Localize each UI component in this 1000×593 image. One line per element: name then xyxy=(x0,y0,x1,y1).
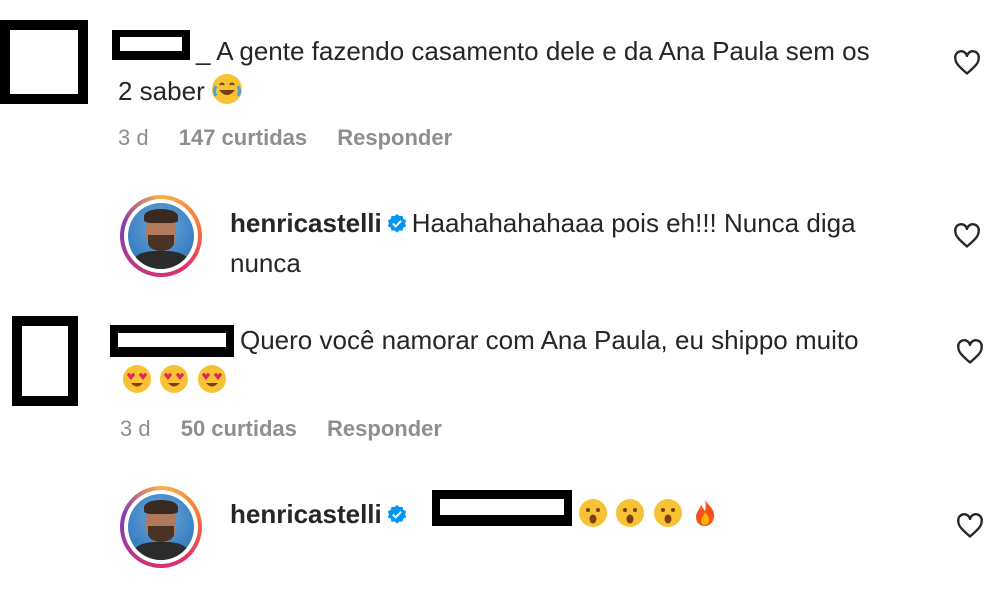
redacted-avatar xyxy=(12,316,78,406)
comment-meta: 3 d 147 curtidas Responder xyxy=(118,125,476,151)
heart-eyes-emoji xyxy=(197,364,227,394)
redacted-avatar xyxy=(0,20,88,104)
comment-time: 3 d xyxy=(118,125,149,150)
verified-badge-icon xyxy=(386,497,408,537)
reply-text: henricastelli Haahahahahaaa pois eh!!! Nu… xyxy=(230,203,930,246)
comment-likes[interactable]: 50 curtidas xyxy=(181,416,297,441)
comment-likes[interactable]: 147 curtidas xyxy=(179,125,307,150)
redacted-username xyxy=(110,325,234,357)
tears-of-joy-emoji xyxy=(211,74,242,104)
comment-text: _ A gente fazendo casamento dele e da An… xyxy=(196,36,870,66)
comment-text-line2: 2 saber xyxy=(118,71,245,111)
heart-outline-icon[interactable] xyxy=(956,338,984,366)
reply-button[interactable]: Responder xyxy=(337,125,452,150)
comment-time: 3 d xyxy=(120,416,151,441)
reply-text: henricastelli xyxy=(230,494,412,537)
redacted-mention xyxy=(432,490,572,526)
reply-button[interactable]: Responder xyxy=(327,416,442,441)
emoji-row xyxy=(122,364,230,395)
heart-outline-icon[interactable] xyxy=(956,512,984,540)
heart-eyes-emoji xyxy=(159,364,189,394)
comment-text: Quero você namorar com Ana Paula, eu shi… xyxy=(240,325,859,355)
heart-eyes-emoji xyxy=(122,364,152,394)
fire-emoji xyxy=(690,498,720,528)
comment-meta: 3 d 50 curtidas Responder xyxy=(120,416,466,442)
redacted-username xyxy=(112,30,190,60)
astonished-emoji xyxy=(578,498,608,528)
username[interactable]: henricastelli xyxy=(230,208,382,238)
avatar[interactable] xyxy=(120,486,202,568)
username[interactable]: henricastelli xyxy=(230,499,382,529)
heart-outline-icon[interactable] xyxy=(953,222,981,250)
avatar[interactable] xyxy=(120,195,202,277)
heart-outline-icon[interactable] xyxy=(953,49,981,77)
verified-badge-icon xyxy=(386,206,408,246)
emoji-row xyxy=(578,498,723,529)
astonished-emoji xyxy=(653,498,683,528)
astonished-emoji xyxy=(615,498,645,528)
reply-text-line2: nunca xyxy=(230,248,301,278)
